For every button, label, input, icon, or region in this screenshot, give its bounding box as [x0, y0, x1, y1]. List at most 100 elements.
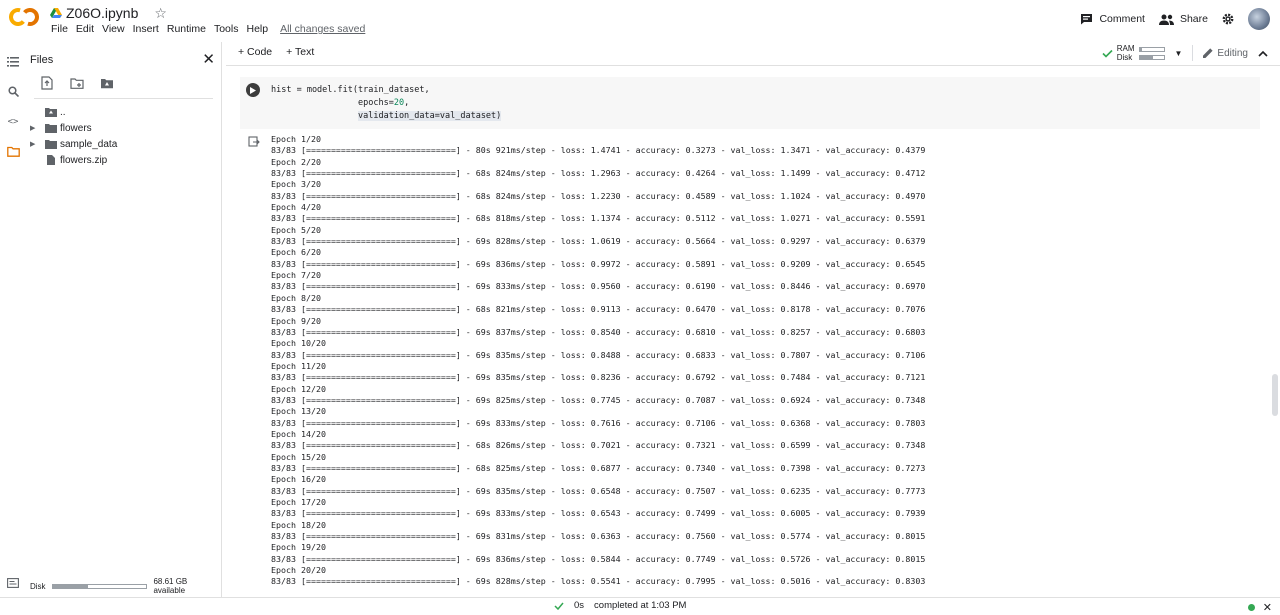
output-line: Epoch 15/20	[271, 451, 326, 462]
scrollbar-thumb[interactable]	[1272, 374, 1278, 416]
left-rail: <>	[0, 42, 26, 615]
tree-item-label: sample_data	[60, 138, 118, 150]
folder-icon	[45, 140, 57, 149]
table-of-contents-icon[interactable]	[6, 55, 20, 69]
checkmark-icon	[1102, 49, 1113, 58]
save-status-link[interactable]: All changes saved	[276, 23, 369, 35]
settings-gear-icon[interactable]	[1222, 13, 1234, 25]
menu-insert[interactable]: Insert	[129, 23, 163, 35]
menu-runtime[interactable]: Runtime	[163, 23, 210, 35]
editing-mode-button[interactable]: Editing	[1203, 48, 1248, 59]
output-line: Epoch 3/20	[271, 179, 321, 190]
output-line: 83/83 [==============================] -…	[271, 440, 926, 451]
file-icon	[47, 155, 55, 165]
tree-item-label: flowers	[60, 122, 92, 134]
menu-file[interactable]: File	[47, 23, 72, 35]
close-icon[interactable]: ✕	[202, 50, 215, 68]
output-line: 83/83 [==============================] -…	[271, 553, 926, 564]
menu-tools[interactable]: Tools	[210, 23, 243, 35]
code-line-3-indent	[271, 111, 358, 121]
output-line: Epoch 13/20	[271, 406, 326, 417]
comment-label: Comment	[1099, 13, 1145, 25]
disk-available: 68.61 GB available	[153, 577, 188, 595]
output-line: Epoch 17/20	[271, 497, 326, 507]
terminal-icon[interactable]	[6, 576, 20, 590]
comment-button[interactable]: Comment	[1080, 13, 1145, 25]
status-actions: ✕	[1247, 601, 1272, 614]
execution-status[interactable]: 0s completed at 1:03 PM	[554, 600, 686, 611]
colab-logo[interactable]	[9, 6, 39, 28]
resource-labels: RAM Disk	[1117, 44, 1135, 62]
resources-indicator[interactable]: RAM Disk	[1102, 44, 1165, 62]
code-line-1: hist = model.fit(train_dataset,	[271, 85, 430, 95]
output-line: 83/83 [==============================] -…	[271, 576, 926, 587]
disk-label: Disk	[1116, 53, 1133, 62]
star-icon[interactable]: ☆	[154, 5, 167, 22]
mount-drive-icon[interactable]	[100, 76, 114, 90]
ram-meter-fill	[1139, 47, 1142, 51]
output-line: Epoch 9/20	[271, 315, 321, 326]
connected-status-icon	[1247, 604, 1255, 611]
title-row: Z06O.ipynb ☆	[50, 4, 167, 22]
tree-item-sample-data[interactable]: ▶ sample_data	[26, 136, 117, 152]
disk-label: Disk	[30, 581, 46, 591]
chevron-down-icon[interactable]: ▼	[1175, 49, 1183, 58]
drive-icon	[50, 8, 62, 18]
ram-meter	[1138, 46, 1165, 52]
runtime-actions: RAM Disk ▼ Editing	[1102, 44, 1268, 62]
output-line: Epoch 4/20	[271, 202, 321, 213]
add-text-button[interactable]: + Text	[286, 46, 314, 58]
output-line: Epoch 19/20	[271, 542, 326, 553]
folder-icon	[45, 124, 57, 133]
output-menu-icon[interactable]	[248, 136, 260, 148]
toolbar-divider	[1192, 45, 1194, 61]
files-toolbar	[40, 76, 114, 90]
tree-item-flowers[interactable]: ▶ flowers	[26, 120, 117, 136]
output-line: 83/83 [==============================] -…	[271, 326, 926, 337]
people-icon	[1158, 14, 1174, 25]
notebook-title[interactable]: Z06O.ipynb	[66, 5, 138, 21]
output-line: 83/83 [==============================] -…	[271, 190, 926, 201]
output-line: Epoch 8/20	[271, 292, 321, 303]
editing-label: Editing	[1217, 47, 1248, 59]
close-icon[interactable]: ✕	[1263, 601, 1272, 614]
chevron-up-icon[interactable]	[1258, 50, 1268, 57]
code-epochs-value: 20	[393, 97, 405, 108]
tree-item-label: flowers.zip	[60, 154, 108, 166]
tree-item-flowers-zip[interactable]: flowers.zip	[26, 152, 117, 168]
disk-meter-fill	[1139, 55, 1153, 59]
app-header: Z06O.ipynb ☆ File Edit View Insert Runti…	[0, 0, 1280, 42]
output-line: Epoch 5/20	[271, 224, 321, 235]
files-folder-icon[interactable]	[6, 144, 20, 158]
menu-help[interactable]: Help	[242, 23, 272, 35]
menu-edit[interactable]: Edit	[72, 23, 98, 35]
code-line-2-suffix: ,	[404, 97, 410, 108]
search-icon[interactable]	[6, 84, 20, 98]
upload-file-icon[interactable]	[40, 76, 54, 90]
code-snippets-icon[interactable]: <>	[6, 115, 20, 129]
chevron-right-icon[interactable]: ▶	[30, 124, 38, 132]
output-line: Epoch 10/20	[271, 338, 326, 349]
files-panel: Files ✕ .. ▶ flowers ▶ sample_data flowe…	[26, 42, 222, 597]
code-line-2-prefix: epochs=	[271, 97, 394, 108]
menu-view[interactable]: View	[98, 23, 129, 35]
tree-item-parent[interactable]: ..	[26, 104, 117, 120]
output-line: 83/83 [==============================] -…	[271, 213, 926, 224]
chevron-right-icon[interactable]: ▶	[30, 140, 38, 148]
code-cell[interactable]: hist = model.fit(train_dataset, epochs=2…	[240, 77, 1260, 129]
output-line: 83/83 [==============================] -…	[271, 258, 926, 269]
notebook-toolbar: + Code + Text RAM Disk ▼ Editing	[226, 42, 1280, 66]
output-line: 83/83 [==============================] -…	[271, 349, 926, 360]
share-button[interactable]: Share	[1158, 13, 1208, 25]
output-line: Epoch 11/20	[271, 360, 326, 371]
comment-icon	[1081, 14, 1093, 25]
new-folder-icon[interactable]	[70, 76, 84, 90]
share-label: Share	[1179, 13, 1208, 25]
insert-actions: + Code + Text	[238, 46, 314, 58]
user-avatar[interactable]	[1248, 8, 1270, 30]
output-line: Epoch 16/20	[271, 474, 326, 485]
code-editor[interactable]: hist = model.fit(train_dataset, epochs=2…	[271, 84, 502, 122]
add-code-button[interactable]: + Code	[238, 46, 272, 58]
run-cell-button[interactable]	[246, 83, 260, 97]
output-line: 83/83 [==============================] -…	[271, 462, 926, 473]
